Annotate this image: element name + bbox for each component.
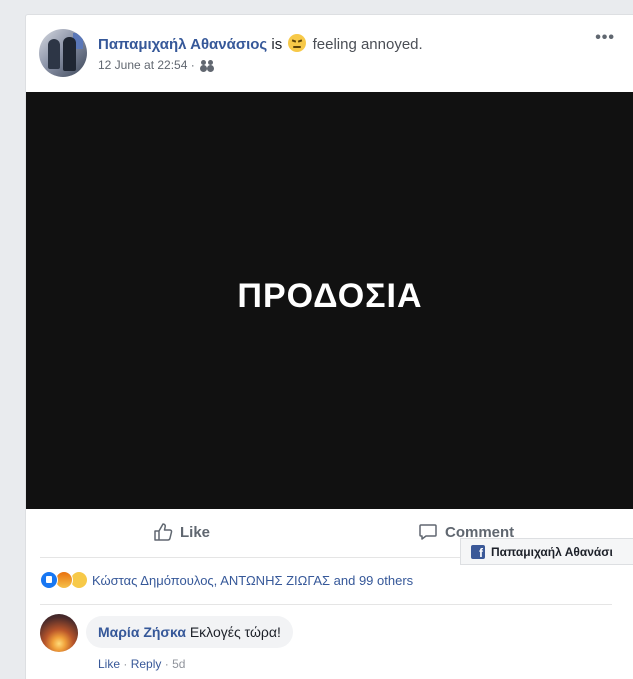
post-meta: 12 June at 22:54 · xyxy=(98,58,214,72)
page-chip-label: Παπαμιχαήλ Αθανάσι xyxy=(491,544,613,559)
like-label: Like xyxy=(180,523,211,541)
post-timestamp-link[interactable]: 12 June at 22:54 xyxy=(98,58,187,72)
comment-age[interactable]: 5d xyxy=(172,657,185,671)
comment-text: Εκλογές τώρα! xyxy=(189,624,281,640)
like-button[interactable]: Like xyxy=(153,522,210,542)
comment-separator: · xyxy=(164,657,169,671)
is-text: is xyxy=(271,36,283,53)
reactions-summary[interactable]: Κώστας Δημόπουλος, ΑΝΤΩΝΗΣ ΖΙΩΓΑΣ and 99… xyxy=(40,571,413,589)
thumbs-up-icon xyxy=(154,523,173,541)
comment-like-link[interactable]: Like xyxy=(98,657,120,671)
post-header: Παπαμιχαήλ Αθανάσιος is feeling annoyed. xyxy=(98,34,423,53)
comment-reply-link[interactable]: Reply xyxy=(131,657,162,671)
reaction-names-link[interactable]: Κώστας Δημόπουλος, ΑΝΤΩΝΗΣ ΖΙΩΓΑΣ and 99… xyxy=(92,573,413,588)
like-reaction-icon xyxy=(40,571,58,589)
annoyed-emoji-icon xyxy=(288,34,307,52)
post-image-text: ΠΡΟΔΟΣΙΑ xyxy=(237,277,423,315)
comment-bubble: Μαρία Ζήσκα Εκλογές τώρα! xyxy=(86,616,293,648)
avatar-figure xyxy=(63,37,76,71)
author-avatar[interactable] xyxy=(39,29,87,77)
avatar-figure xyxy=(48,39,60,69)
feeling-text: feeling annoyed. xyxy=(312,36,423,53)
author-name-link[interactable]: Παπαμιχαήλ Αθανάσιος xyxy=(98,36,267,53)
comment-actions: Like · Reply · 5d xyxy=(98,657,185,671)
friends-icon[interactable] xyxy=(200,60,214,70)
commenter-avatar[interactable] xyxy=(40,614,78,652)
commenter-name-link[interactable]: Μαρία Ζήσκα xyxy=(98,624,186,640)
facebook-icon: f xyxy=(471,544,485,559)
more-options-button[interactable]: ••• xyxy=(595,29,615,47)
page-chip[interactable]: f Παπαμιχαήλ Αθανάσι xyxy=(460,538,633,565)
meta-separator: · xyxy=(190,58,195,72)
post-card: Παπαμιχαήλ Αθανάσιος is feeling annoyed.… xyxy=(25,14,633,679)
comment-separator: · xyxy=(123,657,128,671)
comment-icon xyxy=(419,524,437,540)
post-image[interactable]: ΠΡΟΔΟΣΙΑ xyxy=(26,92,633,509)
divider xyxy=(40,604,612,605)
